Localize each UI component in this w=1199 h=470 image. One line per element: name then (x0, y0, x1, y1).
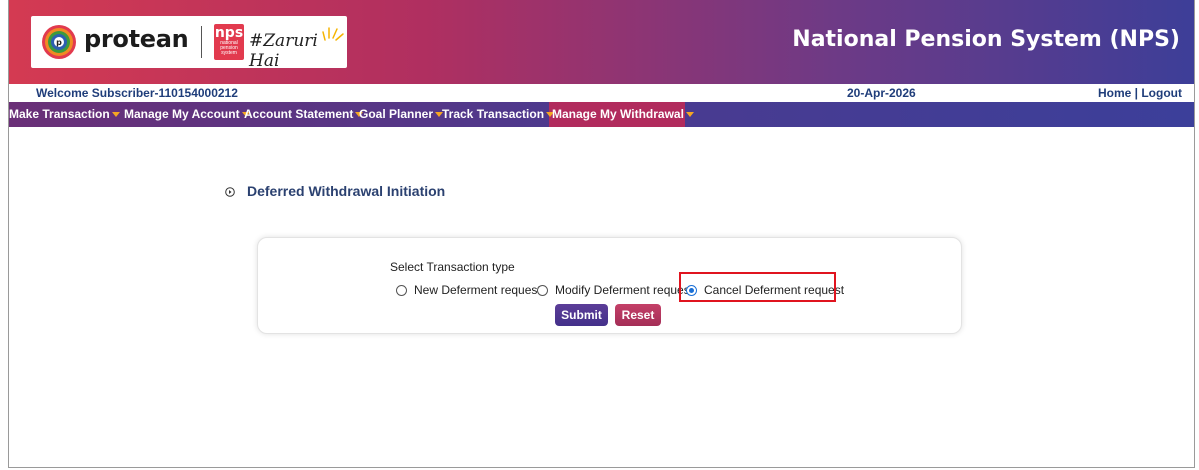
nav-track-transaction[interactable]: Track Transaction (442, 102, 555, 127)
reset-button[interactable]: Reset (615, 304, 661, 326)
logout-link[interactable]: Logout (1141, 86, 1182, 100)
nav-item-label: Make Transaction (9, 107, 110, 121)
welcome-bar: Welcome Subscriber-110154000212 20-Apr-2… (9, 84, 1194, 102)
nav-goal-planner[interactable]: Goal Planner (359, 102, 444, 127)
site-title: National Pension System (NPS) (792, 27, 1180, 52)
app-frame: p protean nps national pension system #Z… (8, 0, 1195, 468)
nav-item-label: Manage My Account (124, 107, 240, 121)
header-banner: p protean nps national pension system #Z… (9, 0, 1194, 84)
svg-text:p: p (56, 38, 62, 47)
nps-logo-text: nps (214, 25, 244, 41)
protean-emblem-icon: p (42, 25, 76, 59)
main-nav: Make Transaction Manage My Account Accou… (9, 102, 1194, 127)
caret-down-icon (685, 112, 694, 118)
radio-label: New Deferment request (414, 283, 541, 297)
radio-modify-deferment[interactable] (537, 285, 548, 296)
circle-arrow-right-icon (225, 187, 235, 197)
current-date: 20-Apr-2026 (847, 86, 916, 100)
sun-rays-icon (322, 27, 344, 41)
nav-item-label: Track Transaction (442, 107, 545, 121)
nav-item-label: Goal Planner (359, 107, 434, 121)
nav-item-label: Account Statement (244, 107, 354, 121)
nps-logo: nps national pension system (214, 24, 244, 60)
nav-manage-my-account[interactable]: Manage My Account (124, 102, 250, 127)
submit-button[interactable]: Submit (555, 304, 608, 326)
top-links: Home | Logout (1098, 86, 1182, 100)
radio-new-deferment[interactable] (396, 285, 407, 296)
brand-name: protean (84, 25, 189, 53)
page-title: Deferred Withdrawal Initiation (247, 183, 446, 199)
logo-box[interactable]: p protean nps national pension system #Z… (31, 16, 347, 71)
highlight-annotation-box (679, 272, 836, 302)
radio-label: Modify Deferment request (555, 283, 694, 297)
brand-divider (201, 26, 202, 58)
welcome-text: Welcome Subscriber-110154000212 (36, 86, 238, 100)
nav-manage-my-withdrawal[interactable]: Manage My Withdrawal (552, 102, 694, 127)
select-transaction-type-label: Select Transaction type (390, 260, 515, 274)
nav-account-statement[interactable]: Account Statement (244, 102, 364, 127)
nps-logo-subtext: national pension system (220, 40, 238, 56)
caret-down-icon (111, 112, 120, 118)
home-link[interactable]: Home (1098, 86, 1131, 100)
nav-item-label: Manage My Withdrawal (552, 107, 684, 121)
link-separator: | (1131, 86, 1142, 100)
nav-make-transaction[interactable]: Make Transaction (9, 102, 120, 127)
